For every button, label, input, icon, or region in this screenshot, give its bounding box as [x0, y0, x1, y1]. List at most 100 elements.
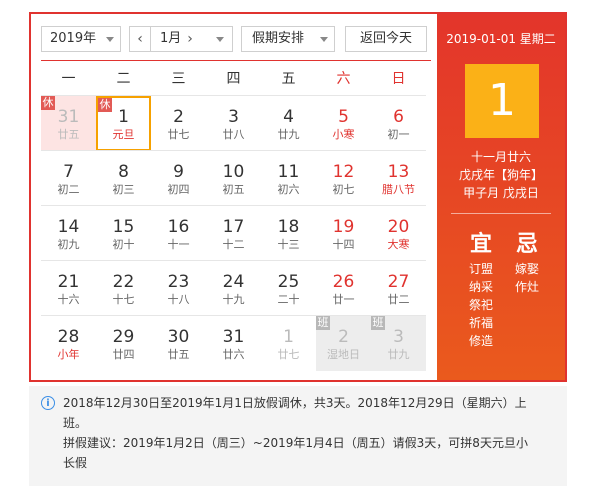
day-number: 1 [283, 327, 294, 347]
day-number: 7 [63, 162, 74, 182]
calendar-day[interactable]: 15 初十 [96, 206, 151, 261]
calendar-day[interactable]: 31 廿六 [206, 316, 261, 371]
calendar-day[interactable]: 27 廿二 [371, 261, 426, 316]
day-number: 14 [57, 217, 80, 237]
chevron-down-icon [106, 37, 114, 42]
lunar-label: 初四 [167, 183, 190, 196]
day-number: 10 [222, 162, 245, 182]
day-number: 11 [277, 162, 300, 182]
day-detail-panel: 2019-01-01 星期二 1 十一月廿六 戊戌年【狗年】 甲子月 戊戌日 宜… [437, 14, 565, 380]
lunar-label: 小寒 [332, 128, 355, 141]
calendar-day[interactable]: 11 初六 [261, 151, 316, 206]
calendar-day[interactable]: 16 十一 [151, 206, 206, 261]
today-button[interactable]: 返回今天 [345, 26, 427, 52]
calendar-day[interactable]: 30 廿五 [151, 316, 206, 371]
lunar-label: 廿二 [387, 293, 410, 306]
day-number: 26 [332, 272, 355, 292]
year-select[interactable]: 2019年 [41, 26, 121, 52]
lunar-label: 十四 [332, 238, 355, 251]
holiday-select[interactable]: 假期安排 [241, 26, 335, 52]
lunar-label: 廿九 [277, 128, 300, 141]
calendar-widget: 2019年 ‹ 1月 › 假期安排 返回今天 一二三四五六日 休 31 廿五休 1 元旦… [29, 12, 567, 382]
calendar-day[interactable]: 19 十四 [316, 206, 371, 261]
weekday-label: 二 [116, 71, 131, 87]
day-number: 29 [112, 327, 135, 347]
calendar-day[interactable]: 23 十八 [151, 261, 206, 316]
calendar-day[interactable]: 17 十二 [206, 206, 261, 261]
holiday-select-value: 假期安排 [252, 31, 305, 46]
calendar-day[interactable]: 9 初四 [151, 151, 206, 206]
calendar-day[interactable]: 8 初三 [96, 151, 151, 206]
calendar-week-row: 28 小年 29 廿四 30 廿五 31 廿六 1 廿七班 2 湿地日班 3 廿九 [41, 315, 426, 371]
weekday-label: 五 [281, 71, 296, 87]
calendar-day[interactable]: 21 十六 [41, 261, 96, 316]
calendar-day[interactable]: 28 小年 [41, 316, 96, 371]
yi-item: 纳采 [468, 280, 493, 294]
ji-title: 忌 [515, 232, 538, 257]
yi-item: 订盟 [468, 262, 493, 276]
calendar-day[interactable]: 6 初一 [371, 96, 426, 151]
calendar-day[interactable]: 10 初五 [206, 151, 261, 206]
day-number: 27 [387, 272, 410, 292]
day-number: 15 [112, 217, 135, 237]
calendar-day[interactable]: 18 十三 [261, 206, 316, 261]
holiday-notice: i 2018年12月30日至2019年1月1日放假调休，共3天。2018年12月… [29, 386, 567, 486]
calendar-day[interactable]: 14 初九 [41, 206, 96, 261]
calendar-day[interactable]: 20 大寒 [371, 206, 426, 261]
day-number: 16 [167, 217, 190, 237]
calendar-day[interactable]: 1 廿七 [261, 316, 316, 371]
yi-list: 订盟 纳采 祭祀 祈福 修造 [461, 260, 501, 350]
lunar-label: 十七 [112, 293, 135, 306]
notice-line-4: 长假 [63, 456, 88, 470]
calendar-day[interactable]: 班 2 湿地日 [316, 316, 371, 371]
lunar-label: 初十 [112, 238, 135, 251]
weekday-label: 一 [61, 71, 76, 87]
calendar-day-selected[interactable]: 休 1 元旦 [96, 96, 151, 151]
day-number: 28 [57, 327, 80, 347]
lunar-label: 十三 [277, 238, 300, 251]
lunar-label: 十一 [167, 238, 190, 251]
lunar-label: 元旦 [112, 128, 135, 141]
next-month-button[interactable]: › [180, 27, 200, 51]
calendar-day[interactable]: 13 腊八节 [371, 151, 426, 206]
lunar-label: 十二 [222, 238, 245, 251]
calendar-day[interactable]: 26 廿一 [316, 261, 371, 316]
calendar-toolbar: 2019年 ‹ 1月 › 假期安排 返回今天 [41, 26, 431, 52]
calendar-day[interactable]: 4 廿九 [261, 96, 316, 151]
day-number: 19 [332, 217, 355, 237]
lunar-date: 十一月廿六 [470, 150, 531, 164]
calendar-day[interactable]: 24 十九 [206, 261, 261, 316]
calendar-day[interactable]: 29 廿四 [96, 316, 151, 371]
ji-item: 嫁娶 [514, 262, 539, 276]
day-number: 13 [387, 162, 410, 182]
calendar-day[interactable]: 22 十七 [96, 261, 151, 316]
calendar-week-row: 21 十六 22 十七 23 十八 24 十九 25 二十 26 廿一 27 廿二 [41, 260, 426, 316]
calendar-day[interactable]: 25 二十 [261, 261, 316, 316]
calendar-day[interactable]: 2 廿七 [151, 96, 206, 151]
calendar-day[interactable]: 班 3 廿九 [371, 316, 426, 371]
prev-month-button[interactable]: ‹ [130, 27, 151, 51]
lunar-label: 十九 [222, 293, 245, 306]
lunar-label: 腊八节 [382, 183, 415, 196]
weekday-label: 三 [171, 71, 186, 87]
lunar-label: 初一 [387, 128, 410, 141]
calendar-day[interactable]: 休 31 廿五 [41, 96, 96, 151]
day-number: 6 [393, 107, 404, 127]
lunar-label: 廿一 [332, 293, 355, 306]
calendar-day[interactable]: 7 初二 [41, 151, 96, 206]
day-number: 18 [277, 217, 300, 237]
lunar-label: 廿五 [57, 128, 80, 141]
calendar-week-row: 7 初二 8 初三 9 初四 10 初五 11 初六 12 初七 13 腊八节 [41, 150, 426, 206]
month-select[interactable]: ‹ 1月 › [129, 26, 233, 52]
lunar-label: 廿五 [167, 348, 190, 361]
calendar-day[interactable]: 5 小寒 [316, 96, 371, 151]
selected-day-number: 1 [465, 64, 539, 138]
calendar-day[interactable]: 3 廿八 [206, 96, 261, 151]
selected-date-line: 2019-01-01 星期二 [446, 32, 556, 46]
day-number: 22 [112, 272, 135, 292]
calendar-main: 2019年 ‹ 1月 › 假期安排 返回今天 一二三四五六日 休 31 廿五休 1 元旦… [31, 14, 437, 380]
lunar-label: 十八 [167, 293, 190, 306]
calendar-day[interactable]: 12 初七 [316, 151, 371, 206]
toolbar-divider [41, 60, 431, 61]
notice-line-1: 2018年12月30日至2019年1月1日放假调休，共3天。2018年12月29… [63, 396, 527, 410]
